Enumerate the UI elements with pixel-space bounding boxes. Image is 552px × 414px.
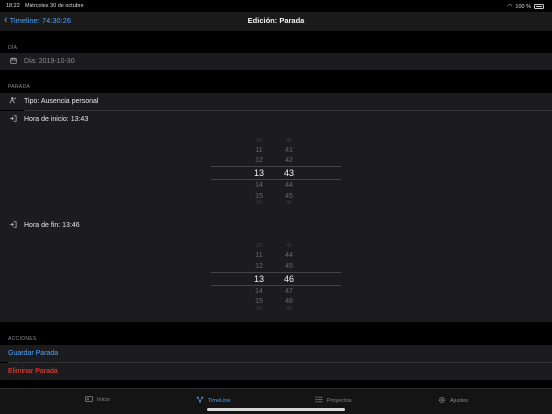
status-bar: 18:22 Miércoles 30 de octubre ◠ 100 % [0, 0, 552, 12]
calendar-icon [8, 57, 18, 66]
picker-value: 11 [255, 252, 263, 259]
home-indicator [207, 408, 345, 411]
picker-value: 15 [255, 193, 263, 200]
list-icon [315, 396, 323, 405]
picker-value: 46 [286, 200, 292, 206]
day-value: Día: 2019-10-30 [24, 58, 75, 65]
page-title: Edición: Parada [247, 16, 305, 25]
picker-value: 47 [285, 288, 293, 295]
tab-label: Ajustes [450, 398, 469, 404]
picker-value: 44 [285, 182, 293, 189]
picker-value-selected: 43 [283, 168, 294, 178]
tab-timeline[interactable]: TimeLine [196, 396, 230, 405]
picker-value: 14 [255, 288, 263, 295]
type-row[interactable]: Tipo: Ausencia personal [0, 93, 552, 110]
wifi-icon: ◠ [507, 4, 513, 10]
end-time-icon [8, 221, 18, 230]
person-away-icon [8, 97, 18, 106]
end-hour-column[interactable]: 10 11 12 13 14 15 16 [244, 234, 274, 322]
picker-value: 15 [255, 298, 263, 305]
save-stop-label: Guardar Parada [8, 350, 59, 357]
section-header-acciones: ACCIONES [8, 336, 37, 342]
start-time-picker-area: 10 11 12 13 14 15 16 40 41 42 43 44 45 4… [0, 128, 552, 217]
tab-inicio[interactable]: Inicio [85, 396, 110, 404]
end-time-row[interactable]: Hora de fin: 13:46 [0, 217, 552, 234]
battery-percentage: 100 % [515, 3, 531, 10]
day-row[interactable]: Día: 2019-10-30 [0, 53, 552, 70]
picker-value: 45 [285, 263, 293, 270]
delete-stop-button[interactable]: Eliminar Parada [0, 363, 552, 380]
end-time-picker-area: 10 11 12 13 14 15 16 43 44 45 46 47 48 4… [0, 234, 552, 322]
end-time-picker[interactable]: 10 11 12 13 14 15 16 43 44 45 46 47 48 4… [211, 234, 341, 322]
picker-value-selected: 13 [253, 274, 264, 284]
picker-value-selected: 46 [283, 274, 294, 284]
picker-value: 16 [256, 306, 262, 312]
start-time-picker[interactable]: 10 11 12 13 14 15 16 40 41 42 43 44 45 4… [211, 128, 341, 217]
picker-value: 41 [285, 147, 293, 154]
home-icon [85, 396, 93, 404]
tab-ajustes[interactable]: Ajustes [438, 396, 468, 406]
end-minute-column[interactable]: 43 44 45 46 47 48 49 [274, 234, 304, 322]
picker-value: 48 [285, 298, 293, 305]
picker-value-selected: 13 [253, 168, 264, 178]
picker-value: 11 [255, 147, 263, 154]
picker-value: 43 [286, 243, 292, 249]
start-hour-column[interactable]: 10 11 12 13 14 15 16 [244, 128, 274, 217]
tab-label: TimeLine [208, 397, 231, 404]
timeline-icon [196, 396, 204, 405]
picker-value: 42 [285, 157, 293, 164]
picker-value: 16 [256, 200, 262, 206]
status-indicators: ◠ 100 % [507, 3, 544, 10]
end-time-value: Hora de fin: 13:46 [24, 222, 80, 229]
picker-value: 12 [255, 263, 263, 270]
status-time: 18:22 [6, 3, 20, 9]
section-header-parada: PARADA [8, 84, 30, 90]
start-time-value: Hora de inicio: 13:43 [24, 116, 89, 123]
picker-value: 45 [285, 193, 293, 200]
start-time-icon [8, 115, 18, 124]
status-date: Miércoles 30 de octubre [25, 3, 84, 9]
delete-stop-label: Eliminar Parada [8, 368, 58, 375]
picker-value: 10 [256, 138, 262, 144]
navigation-bar: ‹ Timeline: 74:30:26 Edición: Parada [0, 12, 552, 31]
save-stop-button[interactable]: Guardar Parada [0, 345, 552, 362]
picker-value: 40 [286, 138, 292, 144]
picker-value: 10 [256, 243, 262, 249]
tab-label: Proyectos [327, 397, 352, 404]
gear-icon [438, 396, 446, 406]
type-value: Tipo: Ausencia personal [24, 98, 99, 105]
start-time-row[interactable]: Hora de inicio: 13:43 [0, 111, 552, 128]
picker-value: 12 [255, 157, 263, 164]
tab-proyectos[interactable]: Proyectos [315, 396, 351, 405]
tab-label: Inicio [97, 397, 110, 403]
start-minute-column[interactable]: 40 41 42 43 44 45 46 [274, 128, 304, 217]
section-header-dia: DÍA [8, 45, 18, 51]
battery-icon [534, 4, 544, 9]
picker-value: 14 [255, 182, 263, 189]
picker-value: 44 [285, 252, 293, 259]
picker-value: 49 [286, 306, 292, 312]
